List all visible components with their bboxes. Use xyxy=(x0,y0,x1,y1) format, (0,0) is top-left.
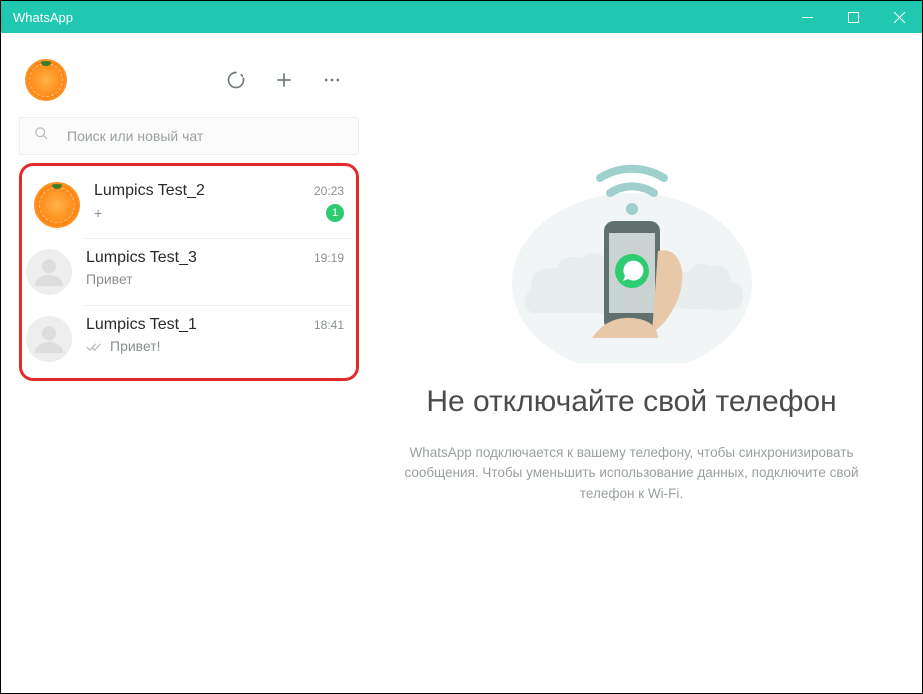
intro-subtitle: WhatsApp подключается к вашему телефону,… xyxy=(402,443,862,506)
unread-badge: 1 xyxy=(326,204,344,222)
status-icon[interactable] xyxy=(225,69,247,91)
phone-illustration xyxy=(492,143,772,363)
menu-icon[interactable] xyxy=(321,69,343,91)
chat-time: 20:23 xyxy=(314,184,344,198)
chat-avatar xyxy=(26,249,72,295)
sidebar-header xyxy=(19,53,359,117)
chat-list-highlight: Lumpics Test_2 20:23 + 1 Lumpics Test_3 xyxy=(19,163,359,381)
chat-preview: Привет xyxy=(86,271,344,287)
window-title: WhatsApp xyxy=(13,10,784,25)
search-input[interactable] xyxy=(67,128,344,144)
chat-avatar xyxy=(34,182,80,228)
sidebar: Lumpics Test_2 20:23 + 1 Lumpics Test_3 xyxy=(19,53,359,673)
intro-title: Не отключайте свой телефон xyxy=(426,383,836,421)
chat-time: 18:41 xyxy=(314,318,344,332)
chat-preview: + xyxy=(94,205,320,221)
chat-item[interactable]: Lumpics Test_1 18:41 Привет! xyxy=(82,305,352,372)
chat-name: Lumpics Test_2 xyxy=(94,182,306,200)
intro-pane: Не отключайте свой телефон WhatsApp подк… xyxy=(359,53,904,673)
maximize-button[interactable] xyxy=(830,1,876,33)
chat-item[interactable]: Lumpics Test_2 20:23 + 1 xyxy=(26,172,352,238)
profile-avatar[interactable] xyxy=(25,59,67,101)
search-bar[interactable] xyxy=(19,117,359,155)
chat-time: 19:19 xyxy=(314,251,344,265)
read-checks-icon xyxy=(86,339,102,354)
chat-name: Lumpics Test_3 xyxy=(86,249,306,267)
titlebar: WhatsApp xyxy=(1,1,922,33)
close-button[interactable] xyxy=(876,1,922,33)
search-icon xyxy=(34,126,49,146)
new-chat-icon[interactable] xyxy=(273,69,295,91)
minimize-button[interactable] xyxy=(784,1,830,33)
chat-preview: Привет! xyxy=(110,338,344,354)
chat-name: Lumpics Test_1 xyxy=(86,316,306,334)
chat-item[interactable]: Lumpics Test_3 19:19 Привет xyxy=(82,238,352,305)
chat-avatar xyxy=(26,316,72,362)
